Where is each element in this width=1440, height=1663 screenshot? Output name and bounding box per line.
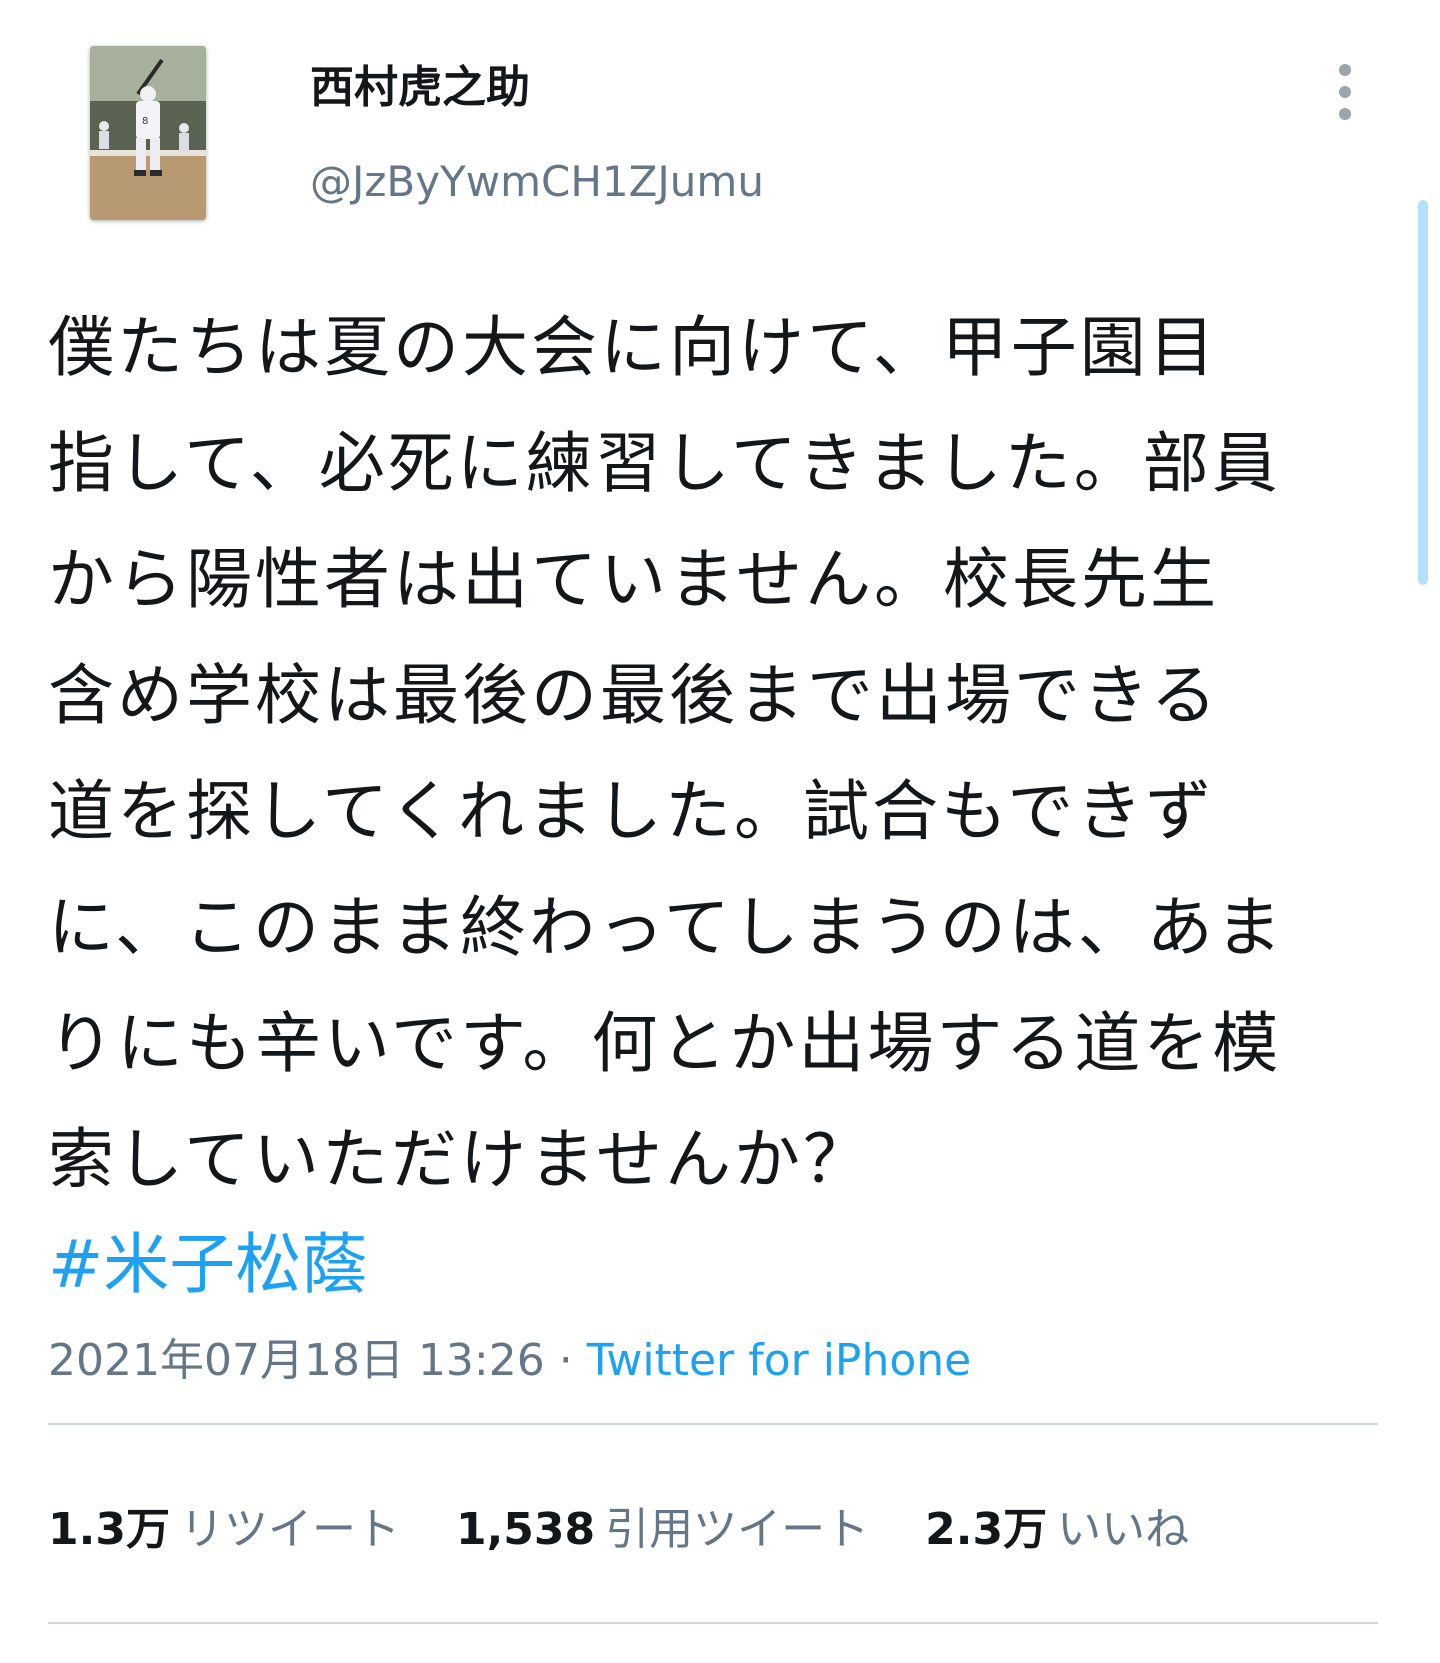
likes-count: 2.3万 [925,1504,1048,1555]
meta-separator: · [558,1335,573,1386]
likes-label: いいね [1057,1504,1190,1555]
tweet-source-link[interactable]: Twitter for iPhone [587,1335,971,1386]
likes-stat[interactable]: 2.3万 いいね [925,1500,1189,1560]
quotes-stat[interactable]: 1,538 引用ツイート [456,1500,869,1560]
retweets-count: 1.3万 [48,1504,170,1555]
avatar[interactable]: 8 [90,46,206,220]
tweet-text: 僕たちは夏の大会に向けて、甲子園目 指して、必死に練習してきました。部員 から陽… [48,309,1285,1198]
scrollbar[interactable] [1418,200,1428,585]
quotes-label: 引用ツイート [605,1504,870,1555]
divider [48,1423,1378,1425]
more-vertical-icon[interactable] [1330,64,1360,124]
hashtag-link[interactable]: #米子松蔭 [48,1222,367,1308]
quotes-count: 1,538 [455,1504,596,1555]
svg-text:8: 8 [142,116,148,127]
retweets-label: リツイート [179,1504,400,1555]
retweets-stat[interactable]: 1.3万 リツイート [48,1500,400,1560]
engagement-stats: 1.3万 リツイート 1,538 引用ツイート 2.3万 いいね [48,1500,1189,1560]
baseball-batter-photo: 8 [90,46,206,220]
user-handle[interactable]: @JzByYwmCH1ZJumu [310,152,764,212]
tweet-timestamp[interactable]: 2021年07月18日 13:26 [48,1335,545,1386]
display-name[interactable]: 西村虎之助 [310,58,530,118]
tweet-meta: 2021年07月18日 13:26 · Twitter for iPhone [48,1331,971,1391]
divider [48,1622,1378,1624]
